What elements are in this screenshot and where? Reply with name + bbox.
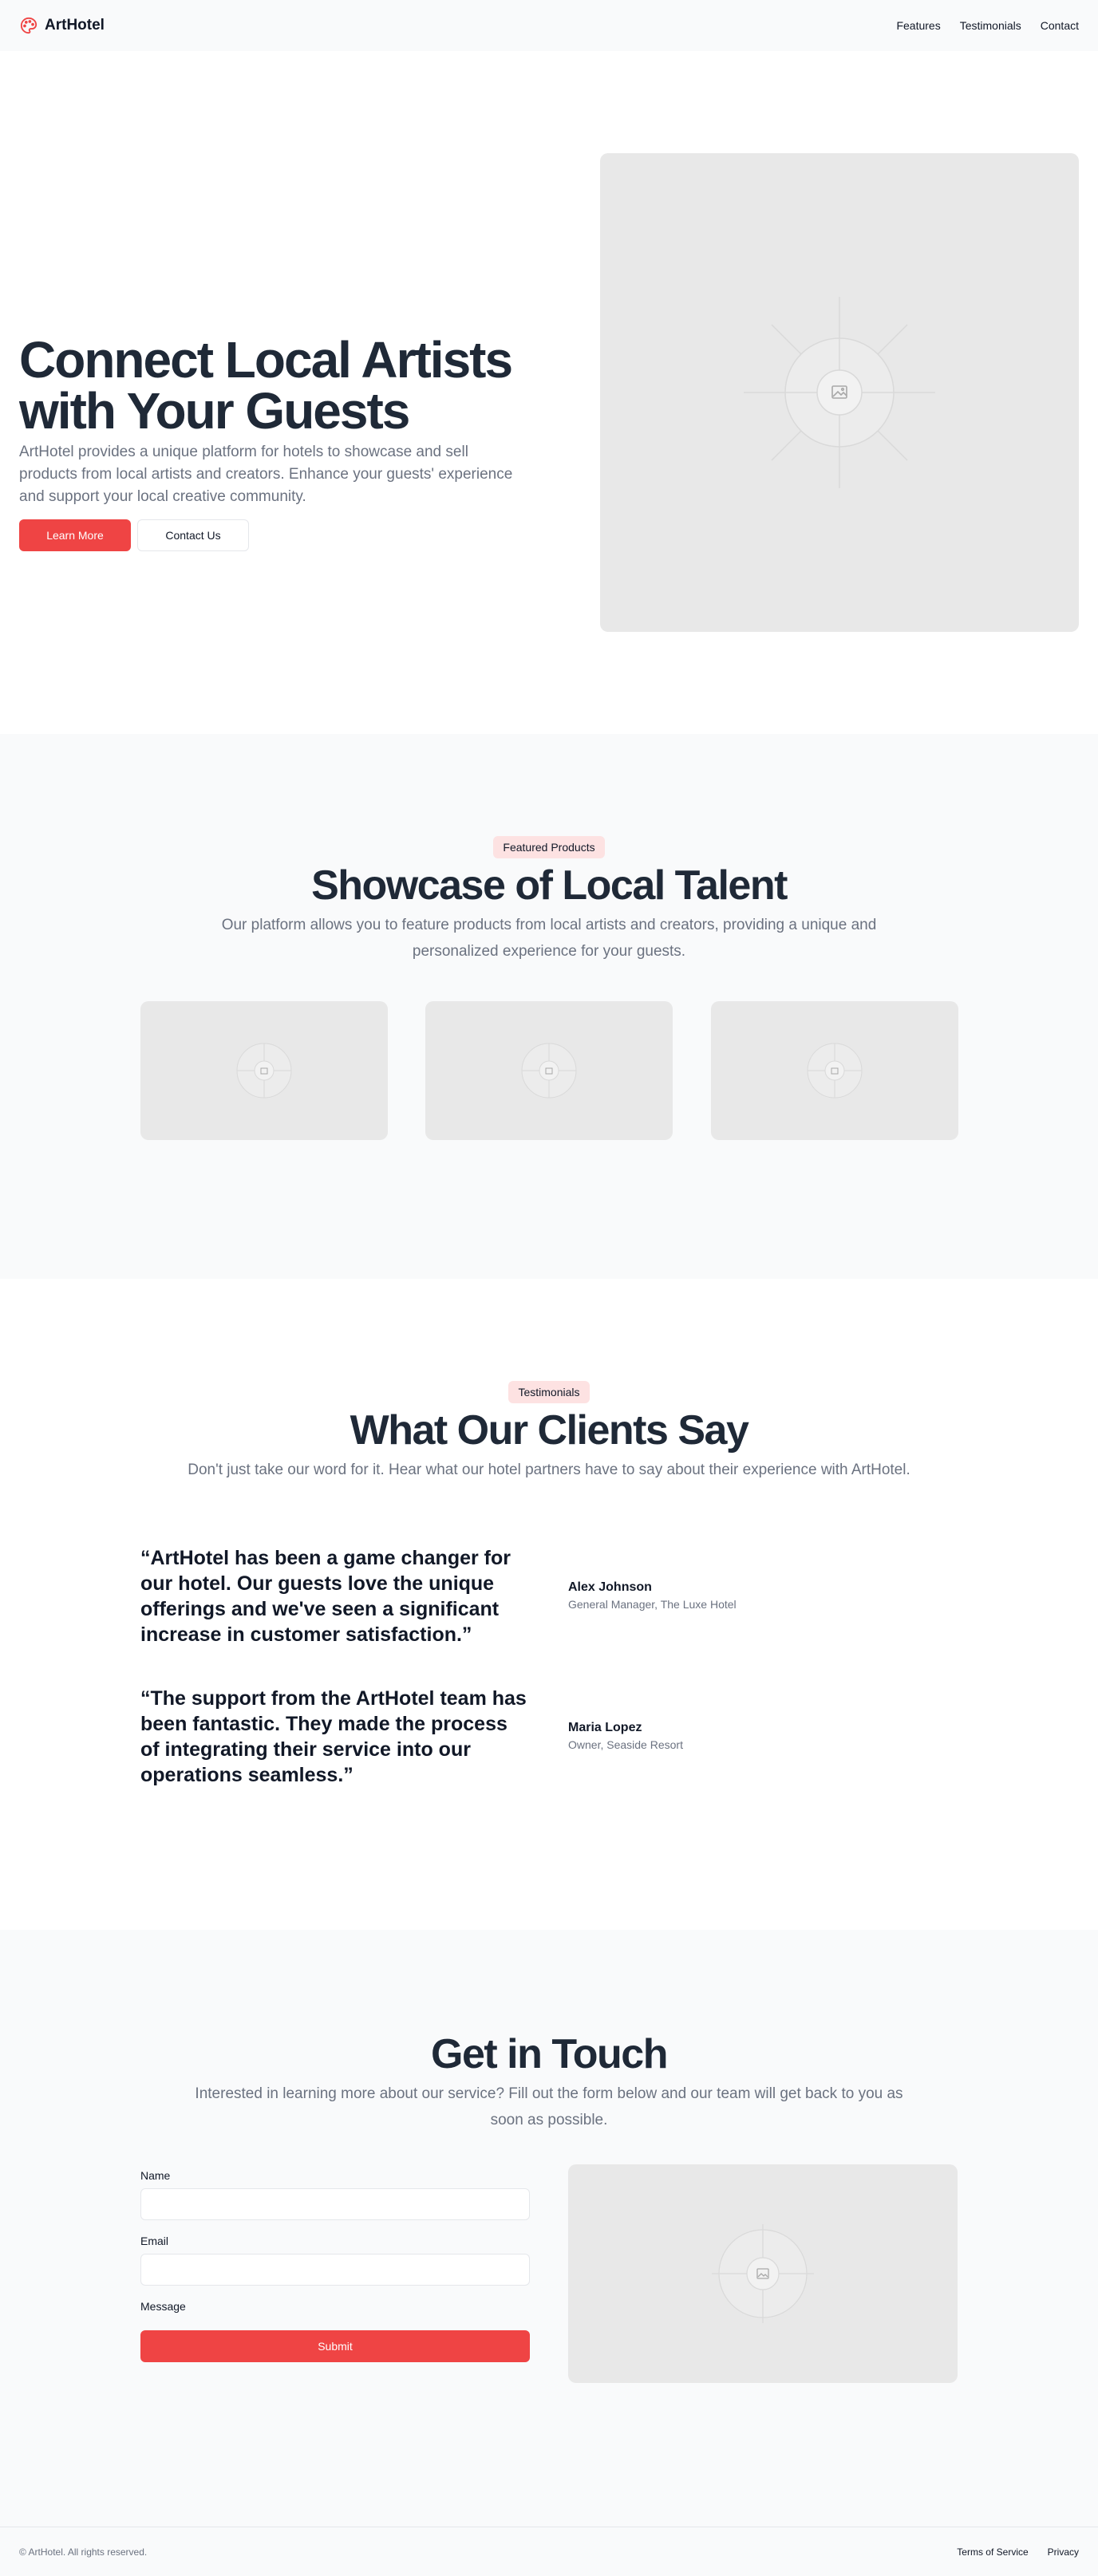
site-footer: © ArtHotel. All rights reserved. Terms o… [0,2527,1098,2576]
copyright-text: © ArtHotel. All rights reserved. [19,2546,148,2558]
author-role: Owner, Seaside Resort [568,1738,683,1751]
hero-title-line-2: with Your Guests [19,382,410,440]
testimonials-subtitle: Don't just take our word for it. Hear wh… [188,1462,910,1479]
brand-name: ArtHotel [45,17,105,34]
products-subtitle: Our platform allows you to feature produ… [221,917,877,961]
contact-section: Get in Touch Interested in learning more… [0,1930,1098,2527]
email-field[interactable] [140,2254,530,2286]
nav-link-testimonials[interactable]: Testimonials [960,19,1021,32]
products-title: Showcase of Local Talent [311,862,788,909]
testimonial-author: Alex Johnson General Manager, The Luxe H… [568,1580,737,1611]
hero-title-line-1: Connect Local Artists [19,331,513,389]
hero-content: Connect Local Artists with Your Guests A… [19,334,514,551]
message-label: Message [140,2300,186,2313]
terms-of-service-link[interactable]: Terms of Service [957,2546,1028,2558]
contact-image-placeholder [568,2164,958,2383]
products-badge: Featured Products [493,836,605,858]
hero-actions: Learn More Contact Us [19,519,514,551]
product-card-image [425,1001,673,1140]
author-role: General Manager, The Luxe Hotel [568,1598,737,1611]
testimonials-badge: Testimonials [508,1381,590,1403]
testimonials-section: Testimonials What Our Clients Say Don't … [0,1279,1098,1930]
submit-button[interactable]: Submit [140,2330,530,2362]
learn-more-button[interactable]: Learn More [19,519,131,551]
hero-image-placeholder [600,153,1079,632]
name-label: Name [140,2169,171,2182]
privacy-link[interactable]: Privacy [1048,2546,1079,2558]
author-name: Alex Johnson [568,1580,652,1594]
contact-us-button[interactable]: Contact Us [137,519,249,551]
palette-icon [19,16,38,35]
hero-title: Connect Local Artists with Your Guests [19,334,514,436]
image-placeholder-icon [807,1043,863,1099]
hero-section: Connect Local Artists with Your Guests A… [0,51,1098,734]
main-nav: Features Testimonials Contact [896,19,1079,32]
contact-title: Get in Touch [431,2031,668,2077]
testimonial-quote: “ArtHotel has been a game changer for ou… [140,1547,511,1646]
image-placeholder-icon [236,1043,292,1099]
testimonials-heading: Testimonials What Our Clients Say Don't … [0,1381,1098,1483]
site-header: ArtHotel Features Testimonials Contact [0,0,1098,51]
image-placeholder-icon [712,2224,814,2323]
image-placeholder-icon [521,1043,577,1099]
testimonial-quote: “The support from the ArtHotel team has … [140,1687,527,1786]
contact-subtitle: Interested in learning more about our se… [195,2085,903,2129]
brand-link[interactable]: ArtHotel [19,16,105,35]
product-card-image [711,1001,958,1140]
product-card-image [140,1001,388,1140]
nav-link-contact[interactable]: Contact [1041,19,1079,32]
products-section: Featured Products Showcase of Local Tale… [0,734,1098,1279]
footer-links: Terms of Service Privacy [957,2546,1079,2558]
hero-subtitle: ArtHotel provides a unique platform for … [19,444,513,505]
nav-link-features[interactable]: Features [896,19,940,32]
products-heading: Featured Products Showcase of Local Tale… [0,836,1098,965]
testimonial-author: Maria Lopez Owner, Seaside Resort [568,1721,683,1751]
image-placeholder-icon [744,297,935,488]
testimonials-title: What Our Clients Say [350,1407,749,1454]
email-label: Email [140,2235,169,2247]
name-field[interactable] [140,2188,530,2220]
contact-heading: Get in Touch Interested in learning more… [0,2031,1098,2133]
author-name: Maria Lopez [568,1721,642,1734]
contact-form: Name Email Message Submit [140,2169,530,2362]
